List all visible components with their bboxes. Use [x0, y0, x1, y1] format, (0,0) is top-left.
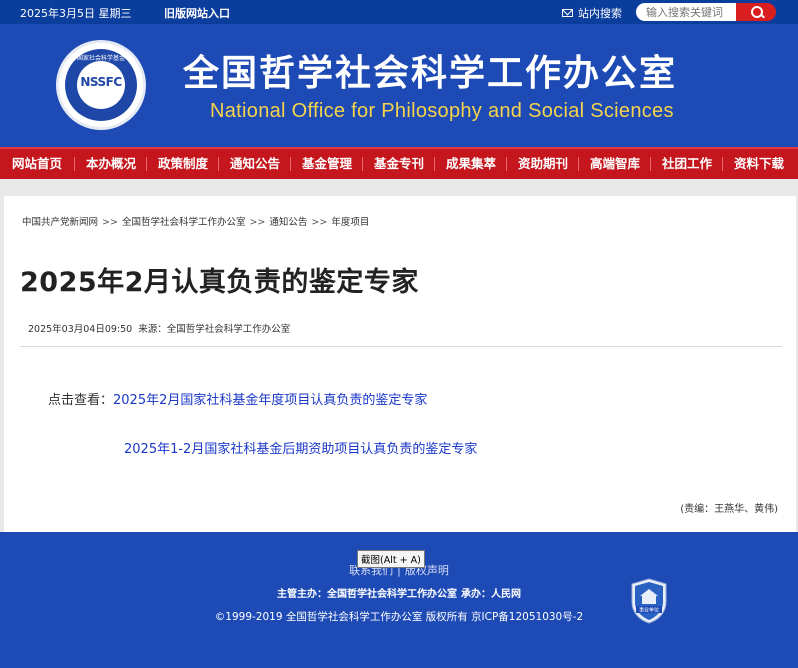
- breadcrumb-item[interactable]: 通知公告: [269, 217, 307, 228]
- institution-badge-icon[interactable]: 事业单位: [630, 578, 668, 624]
- nav-item-funded-journals[interactable]: 资助期刊: [518, 149, 568, 179]
- site-title-cn: 全国哲学社会科学工作办公室: [183, 53, 678, 94]
- nav-item-fund-journal[interactable]: 基金专刊: [374, 149, 424, 179]
- annual-project-experts-link[interactable]: 2025年2月国家社科基金年度项目认真负责的鉴定专家: [113, 393, 427, 408]
- logo-mark-text: NSSFC: [80, 75, 122, 89]
- article-line-1: 点击查看：2025年2月国家社科基金年度项目认真负责的鉴定专家: [48, 389, 427, 408]
- nav-item-fund-management[interactable]: 基金管理: [302, 149, 352, 179]
- nav-item-associations[interactable]: 社团工作: [662, 149, 712, 179]
- breadcrumb-item[interactable]: 年度项目: [331, 217, 369, 228]
- nav-item-downloads[interactable]: 资料下载: [734, 149, 784, 179]
- post-funding-experts-link[interactable]: 2025年1-2月国家社科基金后期资助项目认真负责的鉴定专家: [124, 442, 477, 457]
- breadcrumb-item[interactable]: 中国共产党新闻网: [22, 217, 98, 228]
- article-line-2: 2025年1-2月国家社科基金后期资助项目认真负责的鉴定专家: [124, 438, 477, 457]
- nav-item-notices[interactable]: 通知公告: [230, 149, 280, 179]
- article-title: 2025年2月认真负责的鉴定专家: [20, 267, 419, 298]
- breadcrumb: 中国共产党新闻网 >> 全国哲学社会科学工作办公室 >> 通知公告 >> 年度项目: [22, 217, 370, 228]
- old-site-link[interactable]: 旧版网站入口: [164, 5, 230, 21]
- site-search-label: 站内搜索: [562, 5, 622, 21]
- logo-arc-text: 国家社会科学基金: [76, 55, 125, 62]
- top-bar: 2025年3月5日 星期三 旧版网站入口 站内搜索: [0, 0, 798, 24]
- source-name: 全国哲学社会科学工作办公室: [166, 324, 291, 335]
- search-input[interactable]: [636, 3, 736, 21]
- site-header: 国家社会科学基金 NSSFC 全国哲学社会科学工作办公室 National Of…: [0, 24, 798, 147]
- site-title-en: National Office for Philosophy and Socia…: [210, 100, 674, 122]
- article-card: 中国共产党新闻网 >> 全国哲学社会科学工作办公室 >> 通知公告 >> 年度项目 2025…: [4, 196, 796, 532]
- screenshot-tooltip: 截图(Alt + A): [357, 550, 425, 568]
- search-button[interactable]: [736, 3, 776, 21]
- click-prefix: 点击查看：: [48, 393, 114, 408]
- footer-copyright: ©1999-2019 全国哲学社会科学工作办公室 版权所有 京ICP备12051…: [214, 611, 584, 623]
- footer-sponsor: 主管主办：全国哲学社会科学工作办公室 承办：人民网: [277, 589, 521, 600]
- current-date: 2025年3月5日 星期三: [20, 7, 132, 20]
- badge-label: 事业单位: [639, 607, 659, 614]
- nssfc-logo[interactable]: 国家社会科学基金 NSSFC: [56, 40, 146, 130]
- nav-item-achievements[interactable]: 成果集萃: [446, 149, 496, 179]
- nav-item-about[interactable]: 本办概况: [86, 149, 136, 179]
- divider: [20, 346, 782, 347]
- publish-datetime: 2025年03月04日09:50: [28, 324, 133, 335]
- nav-item-home[interactable]: 网站首页: [12, 149, 62, 179]
- source-label: 来源：: [138, 324, 167, 335]
- mail-icon: [562, 9, 573, 17]
- nav-item-think-tanks[interactable]: 高端智库: [590, 149, 640, 179]
- breadcrumb-item[interactable]: 全国哲学社会科学工作办公室: [122, 217, 246, 228]
- nav-item-policy[interactable]: 政策制度: [158, 149, 208, 179]
- main-nav: 网站首页 本办概况 政策制度 通知公告 基金管理 基金专刊 成果集萃 资助期刊 …: [0, 147, 798, 179]
- article-meta: 2025年03月04日09:50 来源：全国哲学社会科学工作办公室: [28, 321, 290, 335]
- editor-note: (责编：王燕华、黄伟): [680, 504, 778, 515]
